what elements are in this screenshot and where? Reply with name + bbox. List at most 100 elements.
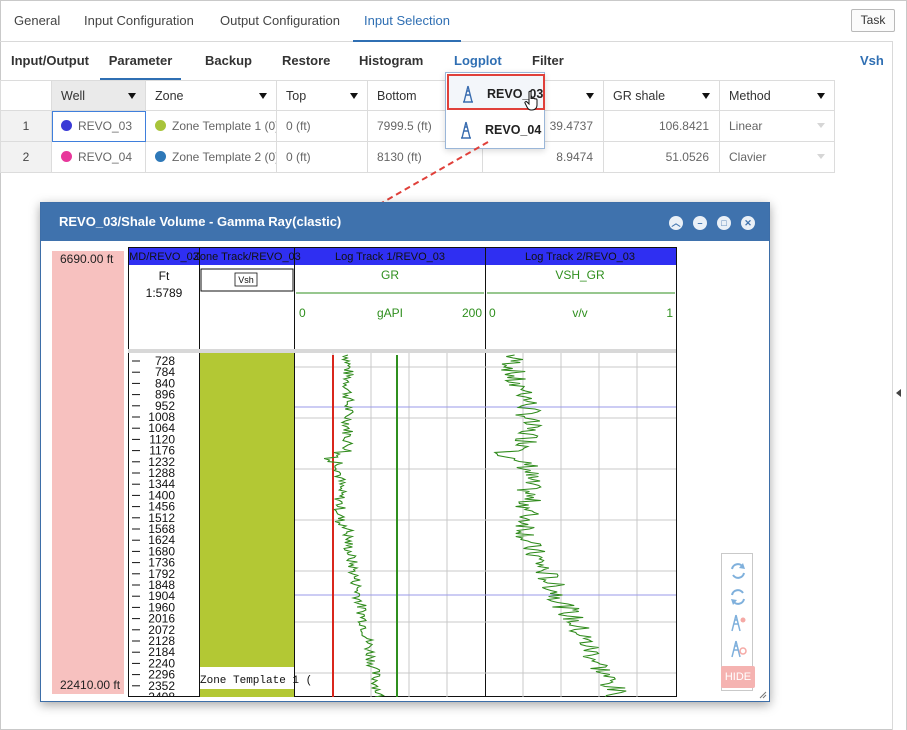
- collapse-window-button[interactable]: ︿: [669, 216, 683, 230]
- md-unit: Ft: [159, 269, 170, 283]
- dropdown-caret-icon[interactable]: [817, 123, 825, 128]
- cell-method[interactable]: Linear: [720, 111, 835, 142]
- header-well[interactable]: Well: [52, 80, 146, 111]
- header-method[interactable]: Method: [720, 80, 835, 111]
- cell-gr-shale[interactable]: 51.0526: [604, 142, 720, 173]
- well-name: REVO_04: [78, 150, 133, 164]
- reset-icon[interactable]: [727, 586, 749, 608]
- vsh-curve-name: VSH_GR: [555, 268, 605, 282]
- method-value: Linear: [729, 119, 763, 133]
- zone-name: Zone Template 2 (0): [172, 150, 277, 164]
- depth-range-top: 6690.00 ft: [60, 252, 114, 266]
- logplot-window-title: REVO_03/Shale Volume - Gamma Ray(clastic…: [41, 203, 769, 241]
- method-value: Clavier: [729, 150, 767, 164]
- header-rownum: [0, 80, 52, 111]
- close-icon: ✕: [744, 218, 752, 228]
- header-zone-label: Zone: [155, 89, 184, 103]
- menu-item-label: REVO_04: [485, 123, 542, 137]
- cell-gr-shale[interactable]: 106.8421: [604, 111, 720, 142]
- close-window-button[interactable]: ✕: [741, 216, 755, 230]
- subtab-backup[interactable]: Backup: [205, 42, 252, 80]
- collapse-arrow-icon[interactable]: [896, 389, 901, 397]
- vsh-scale-min: 0: [489, 306, 496, 320]
- tab-input-selection[interactable]: Input Selection: [353, 0, 461, 42]
- well-color-dot: [61, 151, 72, 162]
- hand-cursor-icon: [524, 90, 538, 111]
- zone-color-dot: [155, 120, 166, 131]
- tab-output-configuration[interactable]: Output Configuration: [220, 0, 340, 42]
- sort-caret-icon[interactable]: [350, 93, 358, 99]
- dropdown-caret-icon[interactable]: [817, 154, 825, 159]
- track-header-log2: Log Track 2/REVO_03: [525, 251, 635, 263]
- cell-well[interactable]: REVO_04: [52, 142, 146, 173]
- subtab-parameter[interactable]: Parameter: [100, 42, 181, 80]
- header-gr-shale[interactable]: GR shale: [604, 80, 720, 111]
- md-scale: 1:5789: [146, 286, 183, 300]
- header-method-label: Method: [729, 89, 771, 103]
- sort-caret-icon[interactable]: [817, 93, 825, 99]
- tab-input-configuration[interactable]: Input Configuration: [84, 0, 194, 42]
- well-rig-icon[interactable]: [727, 612, 749, 634]
- track-header-log1: Log Track 1/REVO_03: [335, 251, 445, 263]
- logplot-dropdown-menu: REVO_03 REVO_04: [445, 72, 545, 149]
- md-tick-labels: 7287848408969521008106411201176123212881…: [132, 354, 175, 697]
- zone-fill: [200, 689, 294, 697]
- header-gr-shale-label: GR shale: [613, 89, 666, 103]
- well-rig-icon: [461, 121, 471, 139]
- cell-top[interactable]: 0 (ft): [277, 111, 368, 142]
- vsh-unit: v/v: [572, 306, 587, 320]
- cell-zone[interactable]: Zone Template 1 (0): [146, 111, 277, 142]
- resize-grip-icon[interactable]: [759, 691, 767, 699]
- md-tick-label: 2408: [148, 690, 175, 697]
- track-header-md: MD/REVO_03: [129, 251, 199, 263]
- depth-range-bottom: 22410.00 ft: [60, 678, 121, 692]
- header-well-label: Well: [61, 89, 86, 103]
- gr-curve-name: GR: [381, 268, 399, 282]
- minimize-icon: –: [697, 218, 703, 228]
- well-name: REVO_03: [78, 119, 133, 133]
- header-top[interactable]: Top: [277, 80, 368, 111]
- gr-unit: gAPI: [377, 306, 403, 320]
- hide-button[interactable]: HIDE: [721, 666, 755, 688]
- minimize-window-button[interactable]: –: [693, 216, 707, 230]
- sort-caret-icon[interactable]: [259, 93, 267, 99]
- zone-color-dot: [155, 151, 166, 162]
- task-button[interactable]: Task: [851, 9, 895, 32]
- refresh-icon[interactable]: [727, 560, 749, 582]
- top-tab-bar: General Input Configuration Output Confi…: [0, 0, 895, 42]
- logplot-window: REVO_03/Shale Volume - Gamma Ray(clastic…: [40, 202, 770, 702]
- subtab-restore[interactable]: Restore: [282, 42, 330, 80]
- cell-method[interactable]: Clavier: [720, 142, 835, 173]
- track-header-zone: Zone Track/REVO_03: [193, 251, 301, 263]
- row-number: 1: [0, 111, 52, 142]
- gr-scale-min: 0: [299, 306, 306, 320]
- sort-caret-icon[interactable]: [702, 93, 710, 99]
- subtab-histogram[interactable]: Histogram: [359, 42, 423, 80]
- right-collapse-strip[interactable]: [892, 42, 906, 730]
- menu-item-revo-03[interactable]: REVO_03: [447, 74, 545, 111]
- chevron-up-icon: ︿: [671, 218, 681, 228]
- header-top-label: Top: [286, 89, 307, 103]
- vsh-scale-max: 1: [666, 306, 673, 320]
- tab-general[interactable]: General: [14, 0, 60, 42]
- sort-caret-icon[interactable]: [586, 93, 594, 99]
- header-bottom-label: Bottom: [377, 89, 417, 103]
- gr-scale-max: 200: [462, 306, 482, 320]
- zone-label: Zone Template 1 (: [200, 675, 312, 687]
- zone-legend-label: Vsh: [238, 275, 254, 285]
- cell-zone[interactable]: Zone Template 2 (0): [146, 142, 277, 173]
- log-plot-canvas[interactable]: MD/REVO_03 Zone Track/REVO_03 Log Track …: [128, 247, 678, 697]
- well-rig-icon: [463, 85, 473, 103]
- well-rig-settings-icon[interactable]: [727, 638, 749, 660]
- sort-caret-icon[interactable]: [128, 93, 136, 99]
- vsh-link[interactable]: Vsh: [860, 42, 884, 80]
- subtab-input-output[interactable]: Input/Output: [11, 42, 89, 80]
- cell-well[interactable]: REVO_03: [52, 111, 146, 142]
- well-color-dot: [61, 120, 72, 131]
- header-zone[interactable]: Zone: [146, 80, 277, 111]
- zone-fill: [200, 353, 294, 667]
- row-number: 2: [0, 142, 52, 173]
- maximize-window-button[interactable]: □: [717, 216, 731, 230]
- zone-name: Zone Template 1 (0): [172, 119, 277, 133]
- depth-range-slider[interactable]: 6690.00 ft 22410.00 ft: [52, 251, 124, 694]
